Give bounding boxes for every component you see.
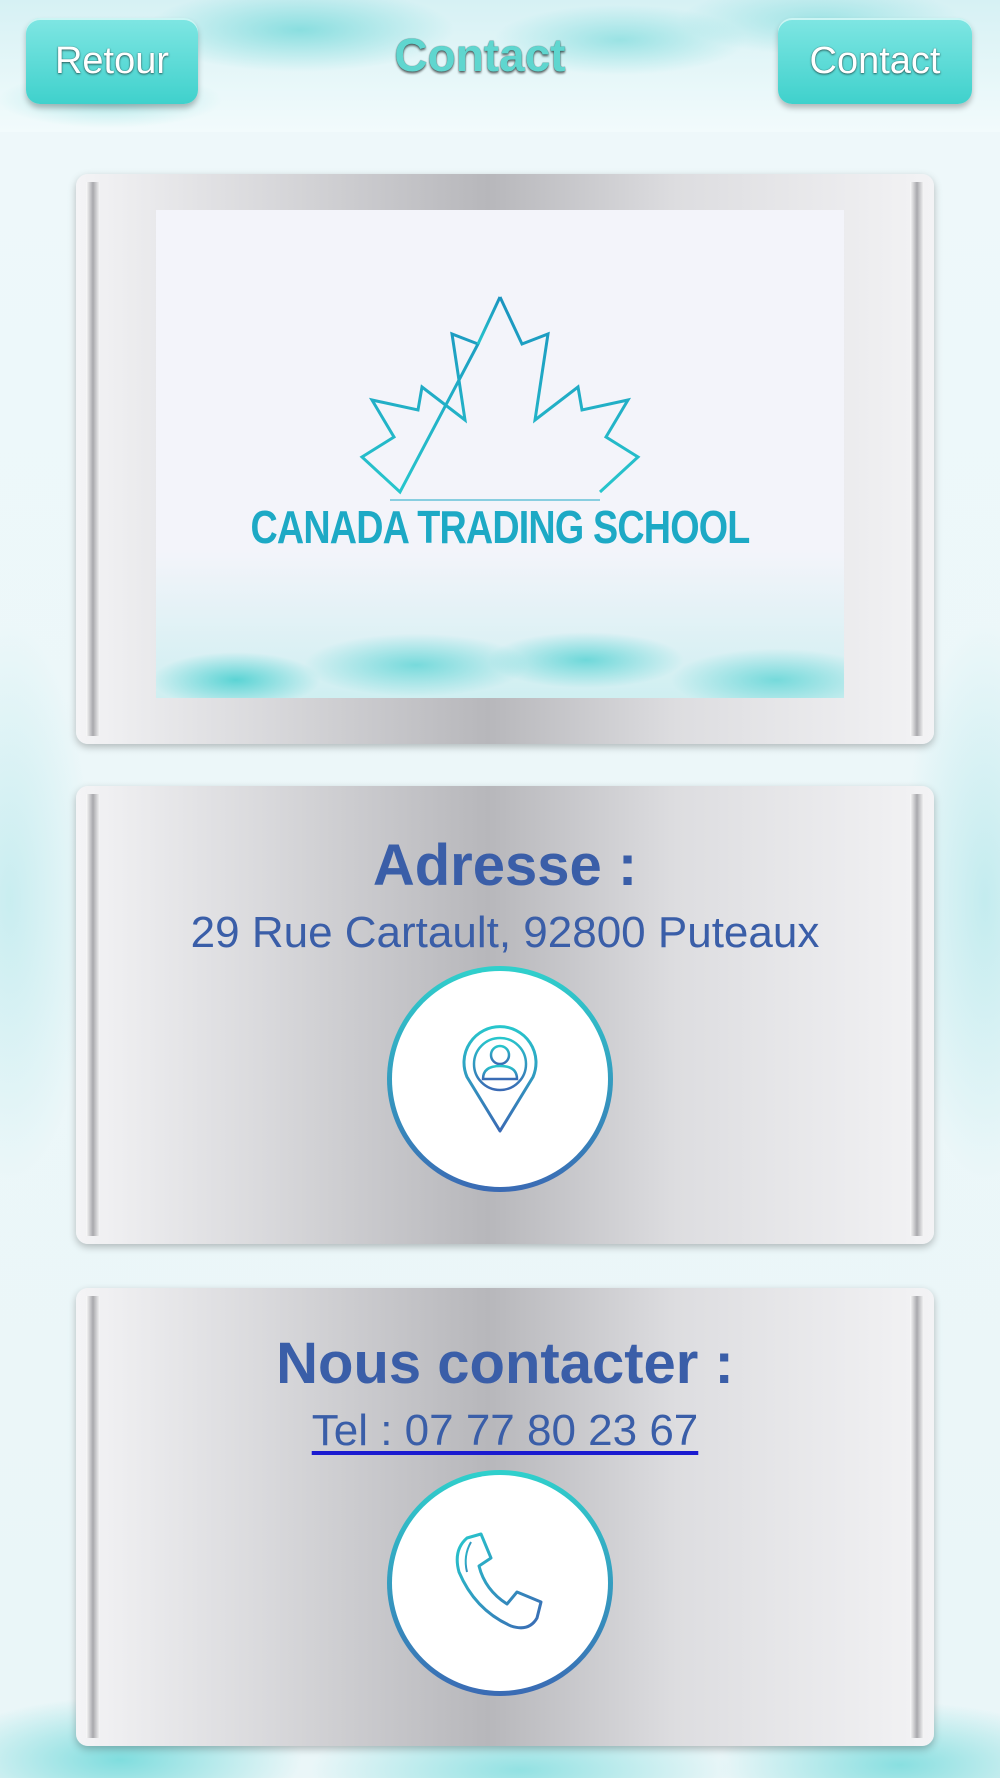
- logo-panel: CANADA TRADING SCHOOL: [76, 174, 934, 744]
- contact-title: Nous contacter :: [276, 1331, 734, 1396]
- contact-panel: Nous contacter : Tel : 07 77 80 23 67: [76, 1288, 934, 1746]
- map-button[interactable]: [387, 966, 613, 1192]
- address-title: Adresse :: [372, 833, 638, 898]
- phone-icon: [455, 1532, 543, 1630]
- brand-name: CANADA TRADING SCHOOL: [250, 501, 751, 553]
- map-pin-person-icon: [462, 1025, 538, 1133]
- page-title: Contact: [394, 29, 566, 81]
- address-text: 29 Rue Cartault, 92800 Puteaux: [190, 908, 820, 957]
- header-bar: Retour Contact Contact: [0, 0, 1000, 132]
- maple-leaf-icon: [359, 296, 641, 501]
- phone-link[interactable]: Tel : 07 77 80 23 67: [312, 1406, 699, 1455]
- back-button[interactable]: Retour: [26, 18, 198, 104]
- address-panel: Adresse : 29 Rue Cartault, 92800 Puteaux: [76, 786, 934, 1244]
- contact-button[interactable]: Contact: [778, 18, 972, 104]
- call-button[interactable]: [387, 1470, 613, 1696]
- logo-image: CANADA TRADING SCHOOL: [156, 210, 844, 698]
